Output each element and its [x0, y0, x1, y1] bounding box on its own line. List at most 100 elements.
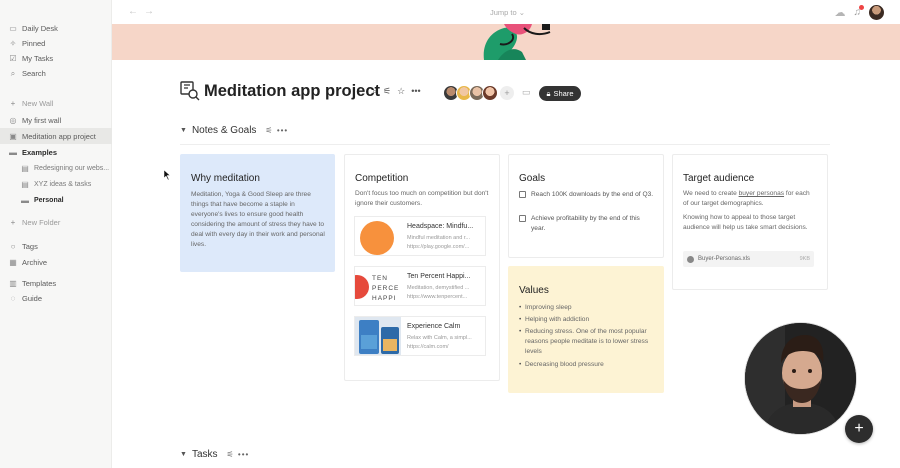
- add-member-icon[interactable]: +: [500, 86, 514, 100]
- filter-icon[interactable]: ⚟: [265, 126, 273, 135]
- card-goals[interactable]: Goals Reach 100K downloads by the end of…: [508, 154, 664, 258]
- wall-icon: ▣: [9, 132, 17, 141]
- bell-icon[interactable]: ♫: [854, 5, 864, 18]
- card-body: Meditation, Yoga & Good Sleep are three …: [191, 191, 325, 248]
- forward-arrow-icon[interactable]: →: [144, 6, 160, 17]
- templates-icon: ▥: [9, 279, 17, 288]
- section-header-notes[interactable]: ▼ Notes & Goals ⚟ •••: [180, 125, 288, 136]
- sidebar-wall-my-first-wall[interactable]: ◎ My first wall: [8, 113, 62, 128]
- collaborator-avatars[interactable]: +: [443, 85, 514, 101]
- cloud-sync-icon[interactable]: ☁: [835, 6, 846, 19]
- wall-icon: ◎: [9, 116, 17, 125]
- tag-icon: ○: [10, 242, 16, 251]
- comment-icon[interactable]: ▭: [522, 87, 531, 98]
- top-bar: Jump to ⌄ ☁ ♫: [112, 0, 900, 24]
- card-target-audience[interactable]: Target audience We need to create buyer …: [672, 154, 828, 290]
- link-card-headspace[interactable]: Headspace: Mindfu... Mindful meditation …: [354, 216, 486, 256]
- link-thumbnail: TEN PERCE HAPPI: [355, 267, 401, 305]
- sidebar-item-daily-desk[interactable]: ▭ Daily Desk: [8, 21, 58, 36]
- list-item-text: Reducing stress. One of the most popular…: [525, 328, 649, 355]
- user-avatar[interactable]: [869, 5, 884, 20]
- card-body: Don't focus too much on competition but …: [355, 190, 489, 207]
- card-title: Values: [519, 285, 549, 296]
- header-tools: ⌕ ⚟ ☆ •••: [372, 86, 421, 97]
- card-title: Goals: [519, 173, 546, 184]
- sidebar-wall-meditation[interactable]: ▣ Meditation app project: [8, 129, 96, 144]
- goal-text: Reach 100K downloads by the end of Q3.: [531, 191, 654, 198]
- svg-text:PERCE: PERCE: [372, 285, 399, 292]
- sidebar-item-archive[interactable]: ▦ Archive: [8, 255, 47, 270]
- card-title: Competition: [355, 173, 409, 184]
- sidebar-item-tags[interactable]: ○ Tags: [8, 239, 38, 254]
- link-card-ten-percent[interactable]: TEN PERCE HAPPI Ten Percent Happi... Med…: [354, 266, 486, 306]
- card-title: Why meditation: [191, 173, 260, 184]
- sidebar-item-guide[interactable]: ◌ Guide: [8, 291, 42, 306]
- webcam-overlay: [744, 322, 857, 435]
- card-why-meditation[interactable]: Why meditation Meditation, Yoga & Good S…: [180, 154, 335, 272]
- nav-arrows: ←→: [128, 6, 160, 17]
- link-title: Headspace: Mindfu...: [407, 223, 474, 230]
- filter-icon[interactable]: ⚟: [227, 450, 235, 459]
- link-thumbnail: [355, 217, 401, 255]
- jump-to-button[interactable]: Jump to ⌄: [490, 8, 525, 17]
- star-icon[interactable]: ☆: [397, 86, 405, 97]
- chevron-down-icon[interactable]: ▼: [180, 127, 187, 134]
- link-card-calm[interactable]: Experience Calm Relax with Calm, a simpl…: [354, 316, 486, 356]
- sidebar-item-label: Tags: [22, 242, 38, 251]
- chevron-down-icon: ⌄: [518, 8, 526, 17]
- headspace-logo-icon: [360, 221, 394, 255]
- jump-to-label: Jump to: [490, 8, 517, 17]
- search-icon[interactable]: ⌕: [372, 86, 377, 97]
- cover-image[interactable]: [112, 24, 900, 60]
- section-tools: ⚟ •••: [265, 126, 288, 135]
- chevron-down-icon[interactable]: ▼: [180, 451, 187, 458]
- sidebar-item-my-tasks[interactable]: ☑ My Tasks: [8, 51, 53, 66]
- folder-icon: ▬: [9, 148, 17, 157]
- share-button[interactable]: 🔒︎ Share: [539, 86, 581, 101]
- sidebar-item-pinned[interactable]: ✧ Pinned: [8, 36, 46, 51]
- goal-text: Achieve profitability by the end of this…: [531, 215, 640, 232]
- card-body: Knowing how to appeal to those target au…: [683, 214, 808, 231]
- goal-item: Reach 100K downloads by the end of Q3.: [519, 190, 655, 200]
- sidebar-folder-examples[interactable]: ▬ Examples: [8, 145, 57, 160]
- lock-icon: 🔒︎: [546, 88, 551, 98]
- buyer-personas-link[interactable]: buyer personas: [739, 190, 784, 197]
- more-icon[interactable]: •••: [277, 126, 288, 135]
- list-item-text: Improving sleep: [525, 304, 572, 311]
- sidebar-folder-personal[interactable]: ▬ Personal: [20, 193, 64, 208]
- avatar[interactable]: [482, 85, 498, 101]
- archive-icon: ▦: [9, 258, 17, 267]
- checkbox[interactable]: [519, 191, 526, 198]
- sidebar-wall-xyz[interactable]: ▤ XYZ ideas & tasks: [20, 177, 91, 192]
- page-title[interactable]: Meditation app project: [204, 82, 380, 101]
- project-wall-icon: [180, 81, 200, 101]
- card-values[interactable]: Values • Improving sleep • Helping with …: [508, 266, 664, 393]
- sidebar-item-search[interactable]: ⌕ Search: [8, 66, 46, 81]
- plus-icon: +: [10, 99, 16, 108]
- add-fab-button[interactable]: +: [845, 415, 873, 443]
- link-url: https://calm.com/: [407, 344, 449, 350]
- link-description: Meditation, demystified ...: [407, 285, 470, 291]
- file-attachment[interactable]: Buyer-Personas.xls 9KB: [683, 251, 814, 267]
- svg-text:TEN: TEN: [372, 275, 388, 282]
- card-competition[interactable]: Competition Don't focus too much on comp…: [344, 154, 500, 381]
- checkbox[interactable]: [519, 215, 526, 222]
- wall-icon: ▤: [21, 164, 29, 173]
- more-icon[interactable]: •••: [238, 450, 249, 459]
- sidebar-wall-redesigning[interactable]: ▤ Redesigning our webs...: [20, 161, 109, 176]
- new-folder-button[interactable]: + New Folder: [8, 215, 61, 230]
- desk-icon: ▭: [9, 24, 17, 33]
- sidebar-item-label: Daily Desk: [22, 24, 58, 33]
- link-url: https://www.tenpercent...: [407, 294, 468, 300]
- svg-text:HAPPI: HAPPI: [372, 295, 397, 302]
- file-name: Buyer-Personas.xls: [698, 256, 751, 262]
- back-arrow-icon[interactable]: ←: [128, 6, 144, 17]
- filter-icon[interactable]: ⚟: [383, 86, 391, 97]
- link-thumbnail: [355, 317, 401, 355]
- more-icon[interactable]: •••: [411, 86, 420, 97]
- sidebar: ▭ Daily Desk ✧ Pinned ☑ My Tasks ⌕ Searc…: [0, 0, 112, 468]
- section-header-tasks[interactable]: ▼ Tasks ⚟ •••: [180, 449, 249, 460]
- new-wall-button[interactable]: + New Wall: [8, 96, 54, 111]
- goal-item: Achieve profitability by the end of this…: [519, 214, 655, 234]
- sidebar-item-templates[interactable]: ▥ Templates: [8, 276, 56, 291]
